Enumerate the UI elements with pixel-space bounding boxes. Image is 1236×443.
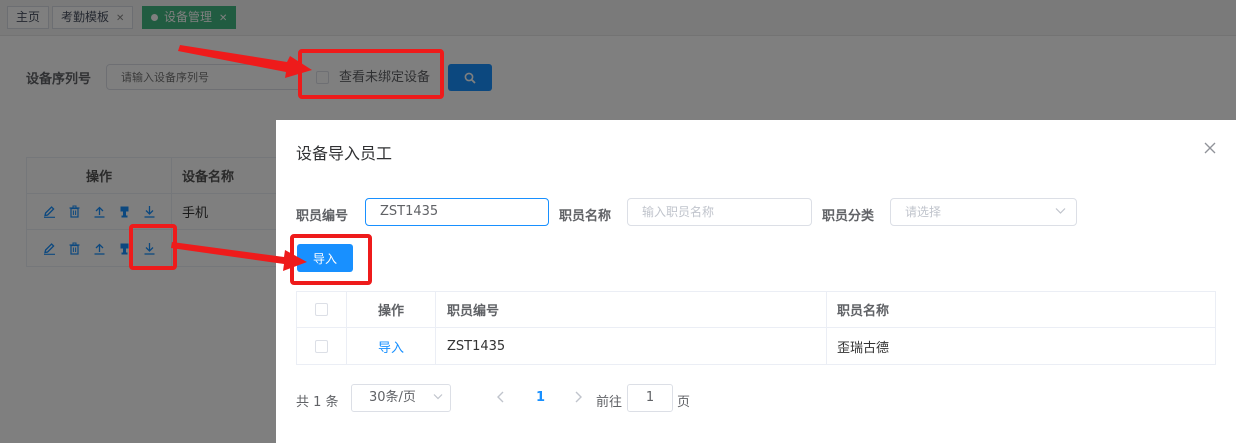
arrow-to-unbound <box>178 45 312 78</box>
annotation-arrows <box>171 45 312 271</box>
arrow-to-import <box>171 242 307 271</box>
